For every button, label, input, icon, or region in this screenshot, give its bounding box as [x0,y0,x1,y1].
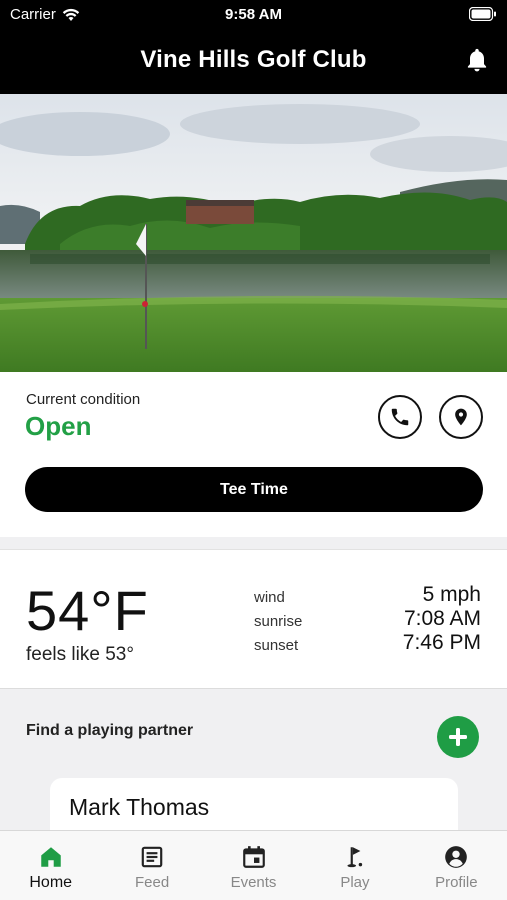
sunrise-label: sunrise [254,613,303,630]
navigation-bar: Vine Hills Golf Club [0,28,507,94]
sunset-label: sunset [254,637,299,654]
tab-profile[interactable]: Profile [406,831,507,900]
condition-status: Open [25,411,92,441]
weather-labels: wind sunrise sunset [254,586,302,658]
tab-events[interactable]: Events [203,831,304,900]
clock: 9:58 AM [225,6,282,23]
profile-icon [445,846,468,868]
playing-partner-section: Find a playing partner Mark Thomas [0,690,507,858]
golf-flag-icon [347,847,363,868]
location-pin-icon [455,408,467,426]
tab-label: Profile [435,874,478,891]
wind-label: wind [254,589,285,606]
partner-name: Mark Thomas [69,794,210,820]
tab-label: Events [230,874,277,891]
tab-bar: Home Feed Events Play Profile [0,830,507,900]
status-bar: Carrier 9:58 AM [0,0,507,28]
plus-icon [449,728,467,746]
battery-icon [469,7,496,21]
weather-values: 5 mph 7:08 AM 7:46 PM [403,583,481,655]
weather-card: 54°F feels like 53° wind sunrise sunset … [0,549,507,689]
sunrise-value: 7:08 AM [403,607,481,630]
section-title: Find a playing partner [26,722,194,739]
sunset-value: 7:46 PM [402,631,481,654]
feels-like: feels like 53° [26,644,134,665]
directions-button[interactable] [439,395,483,439]
add-partner-button[interactable] [437,716,479,758]
phone-icon [391,408,409,426]
tab-play[interactable]: Play [304,831,405,900]
home-icon [40,847,61,867]
tee-time-button[interactable]: Tee Time [25,467,483,512]
tab-label: Play [340,874,370,891]
tab-label: Feed [135,874,170,891]
wind-value: 5 mph [422,583,481,606]
course-photo [0,94,507,372]
tab-home[interactable]: Home [0,831,101,900]
page-title: Vine Hills Golf Club [140,46,367,73]
calendar-icon [242,846,265,868]
tab-label: Home [29,874,73,891]
condition-card: Current condition Open Tee Time [0,372,507,537]
condition-label: Current condition [26,391,141,408]
temperature: 54°F [26,579,149,642]
bell-icon[interactable] [463,46,491,74]
feed-icon [141,846,163,868]
tab-feed[interactable]: Feed [101,831,202,900]
call-button[interactable] [378,395,422,439]
